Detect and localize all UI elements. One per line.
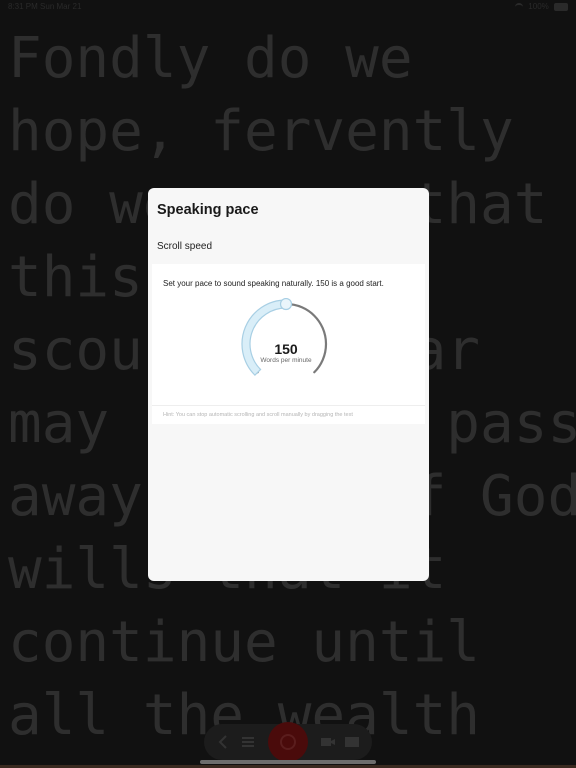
- menu-icon[interactable]: [240, 734, 256, 750]
- record-button[interactable]: [268, 722, 308, 762]
- pace-card: Set your pace to sound speaking naturall…: [152, 264, 425, 424]
- window-icon[interactable]: [344, 734, 360, 750]
- home-indicator: [200, 760, 376, 764]
- battery-percent: 100%: [528, 2, 549, 11]
- camera-icon[interactable]: [320, 734, 336, 750]
- pace-description: Set your pace to sound speaking naturall…: [163, 279, 384, 288]
- scroll-hint: Hint: You can stop automatic scrolling a…: [163, 412, 353, 418]
- pace-unit: Words per minute: [260, 357, 312, 364]
- script-line: continue until: [8, 610, 481, 675]
- status-bar: 8:31 PM Sun Mar 21 100%: [0, 0, 576, 14]
- bottom-toolbar: [204, 722, 372, 762]
- scroll-speed-label: Scroll speed: [157, 241, 213, 252]
- card-divider: [152, 405, 425, 406]
- status-time: 8:31 PM: [8, 2, 38, 11]
- gauge-knob: [279, 298, 293, 311]
- record-icon: [280, 734, 296, 750]
- status-time-date: 8:31 PM Sun Mar 21: [8, 2, 81, 11]
- speaking-pace-dialog: Speaking pace Scroll speed Set your pace…: [148, 188, 429, 581]
- back-icon[interactable]: [216, 734, 232, 750]
- script-line: Fondly do we: [8, 26, 413, 91]
- dialog-title: Speaking pace: [157, 202, 259, 218]
- status-date: Sun Mar 21: [40, 2, 82, 11]
- pace-value: 150: [274, 341, 298, 357]
- wifi-icon: [515, 2, 524, 11]
- battery-icon: [554, 2, 568, 11]
- script-line: hope, fervently: [8, 99, 514, 164]
- status-right: 100%: [515, 2, 568, 11]
